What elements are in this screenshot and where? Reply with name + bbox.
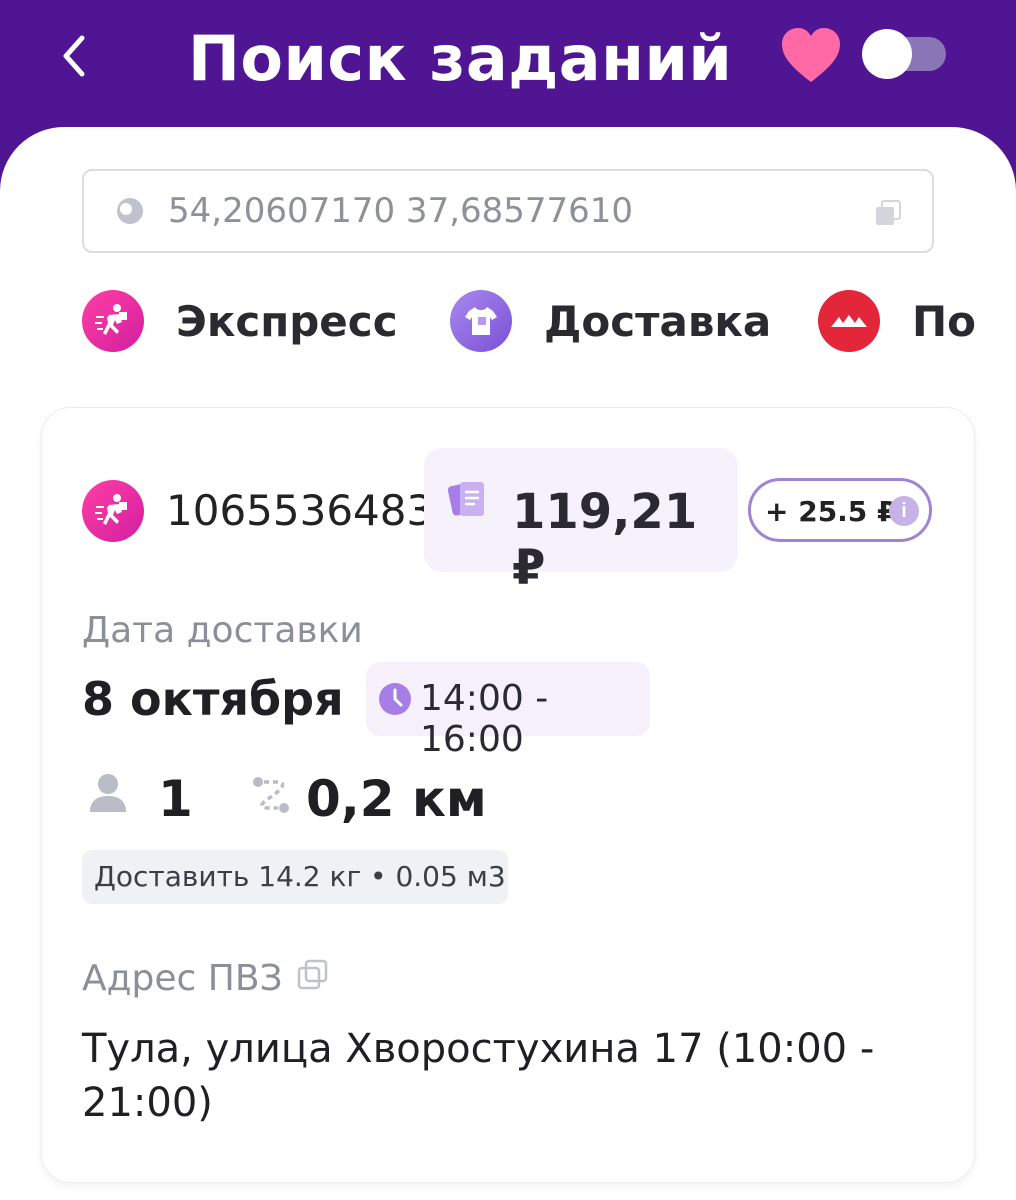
availability-toggle[interactable] <box>862 29 946 79</box>
category-delivery[interactable]: Доставка <box>450 286 771 356</box>
pickup-address-label: Адрес ПВЗ <box>82 958 283 999</box>
distance: 0,2 км <box>306 770 487 828</box>
receipt-icon <box>447 482 484 516</box>
tshirt-icon <box>450 290 512 352</box>
route-icon <box>253 777 289 813</box>
time-window: 14:00 - 16:00 <box>420 678 549 760</box>
location-pin-icon <box>117 198 143 224</box>
persons-count: 1 <box>158 770 193 828</box>
category-label: Экспресс <box>176 296 398 346</box>
order-price: 119,21 ₽ <box>512 484 698 596</box>
heart-icon <box>782 28 840 82</box>
category-label: Доставка <box>544 296 772 346</box>
back-button[interactable] <box>52 28 96 84</box>
info-icon[interactable]: i <box>889 496 919 526</box>
pickup-address: Тула, улица Хворостухина 17 (10:00 - 21:… <box>82 1026 875 1126</box>
category-tabs: Экспресс Доставка По <box>0 286 980 356</box>
delivery-date: 8 октября <box>82 672 344 726</box>
chevron-left-icon <box>63 35 85 77</box>
price-box: 119,21 ₽ <box>424 448 738 596</box>
delivery-date-label: Дата доставки <box>82 610 363 651</box>
courier-running-icon <box>82 290 144 352</box>
order-id: 1065536483 <box>166 486 434 535</box>
copy-icon[interactable] <box>296 958 330 992</box>
clock-icon <box>379 683 411 715</box>
bonus-badge[interactable]: + 25.5 ₽ i <box>748 478 932 542</box>
bonus-amount: + 25.5 ₽ <box>765 495 897 528</box>
toggle-knob <box>862 29 912 79</box>
category-express[interactable]: Экспресс <box>82 286 398 356</box>
favorites-button[interactable] <box>780 26 842 84</box>
coordinates-value: 54,20607170 37,68577610 <box>168 191 634 231</box>
app-header: Поиск заданий <box>0 0 1016 130</box>
category-label: По <box>912 296 977 346</box>
page-title: Поиск заданий <box>188 22 733 95</box>
time-window-chip: 14:00 - 16:00 <box>366 662 650 760</box>
deliver-info: Доставить 14.2 кг • 0.05 м3 <box>94 860 506 893</box>
location-search-field[interactable]: 54,20607170 37,68577610 <box>82 169 934 253</box>
courier-running-icon <box>82 480 144 542</box>
copy-icon[interactable] <box>874 199 902 227</box>
person-icon <box>90 774 126 812</box>
brand-logo-icon <box>818 290 880 352</box>
category-third[interactable]: По <box>818 286 976 356</box>
deliver-info-chip: Доставить 14.2 кг • 0.05 м3 <box>82 850 508 904</box>
order-card[interactable]: 1065536483 119,21 ₽ + 25.5 ₽ i Дата дост… <box>42 408 974 1182</box>
